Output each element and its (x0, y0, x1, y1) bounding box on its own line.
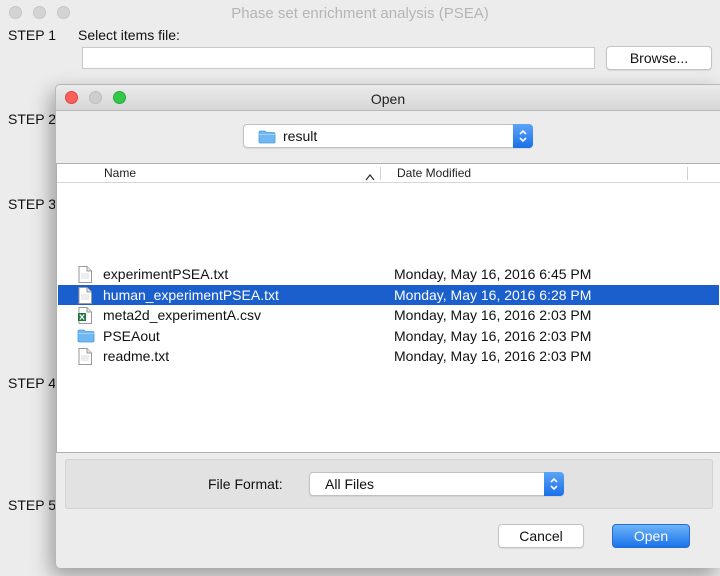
cancel-button[interactable]: Cancel (498, 524, 584, 548)
excel-file-icon (78, 307, 92, 327)
file-name: meta2d_experimentA.csv (103, 307, 261, 323)
text-file-icon (78, 348, 92, 368)
text-file-icon (78, 266, 92, 286)
select-items-label: Select items file: (78, 27, 180, 43)
file-format-panel: File Format: All Files (65, 459, 713, 509)
step-2-label: STEP 2 (8, 111, 56, 127)
file-date: Monday, May 16, 2016 6:45 PM (394, 266, 592, 282)
browse-button[interactable]: Browse... (606, 46, 712, 70)
file-row[interactable]: experimentPSEA.txt Monday, May 16, 2016 … (58, 264, 719, 285)
column-divider[interactable] (380, 167, 381, 180)
items-file-field[interactable] (82, 47, 595, 69)
open-dialog: Open result Name Date Modified experimen… (55, 84, 720, 568)
file-row[interactable]: PSEAout Monday, May 16, 2016 2:03 PM (58, 326, 719, 347)
column-header-date[interactable]: Date Modified (397, 166, 471, 180)
file-date: Monday, May 16, 2016 6:28 PM (394, 286, 592, 303)
folder-icon (258, 130, 276, 147)
file-name: experimentPSEA.txt (103, 266, 229, 282)
dialog-titlebar: Open (56, 85, 720, 111)
file-row[interactable]: meta2d_experimentA.csv Monday, May 16, 2… (58, 305, 719, 326)
file-date: Monday, May 16, 2016 2:03 PM (394, 327, 592, 344)
dialog-title: Open (370, 91, 406, 107)
file-name: PSEAout (103, 327, 160, 344)
open-button[interactable]: Open (612, 524, 690, 548)
text-file-icon (78, 286, 92, 307)
file-list[interactable]: Name Date Modified experimentPSEA.txt Mo… (56, 163, 720, 453)
chevron-updown-icon (544, 472, 564, 496)
column-divider[interactable] (687, 167, 688, 180)
list-header: Name Date Modified (57, 164, 720, 183)
location-select[interactable]: result (243, 124, 533, 148)
column-header-name[interactable]: Name (104, 166, 136, 180)
file-row-selected[interactable]: human_experimentPSEA.txt Monday, May 16,… (58, 284, 719, 307)
file-row[interactable]: readme.txt Monday, May 16, 2016 2:03 PM (58, 346, 719, 367)
step-3-label: STEP 3 (8, 196, 56, 212)
window-title: Phase set enrichment analysis (PSEA) (231, 5, 489, 22)
step-1-label: STEP 1 (8, 27, 56, 43)
main-titlebar: Phase set enrichment analysis (PSEA) (0, 0, 720, 26)
step-5-label: STEP 5 (8, 497, 56, 513)
file-date: Monday, May 16, 2016 2:03 PM (394, 307, 592, 323)
sort-ascending-icon[interactable] (365, 168, 375, 184)
location-label: result (283, 128, 318, 144)
file-date: Monday, May 16, 2016 2:03 PM (394, 348, 592, 364)
file-name: readme.txt (103, 348, 170, 364)
step-4-label: STEP 4 (8, 375, 56, 391)
file-format-value: All Files (325, 476, 375, 492)
chevron-updown-icon (513, 124, 533, 148)
file-format-select[interactable]: All Files (309, 472, 564, 496)
file-format-label: File Format: (208, 476, 283, 492)
file-name: human_experimentPSEA.txt (103, 286, 279, 303)
folder-icon (77, 329, 95, 346)
